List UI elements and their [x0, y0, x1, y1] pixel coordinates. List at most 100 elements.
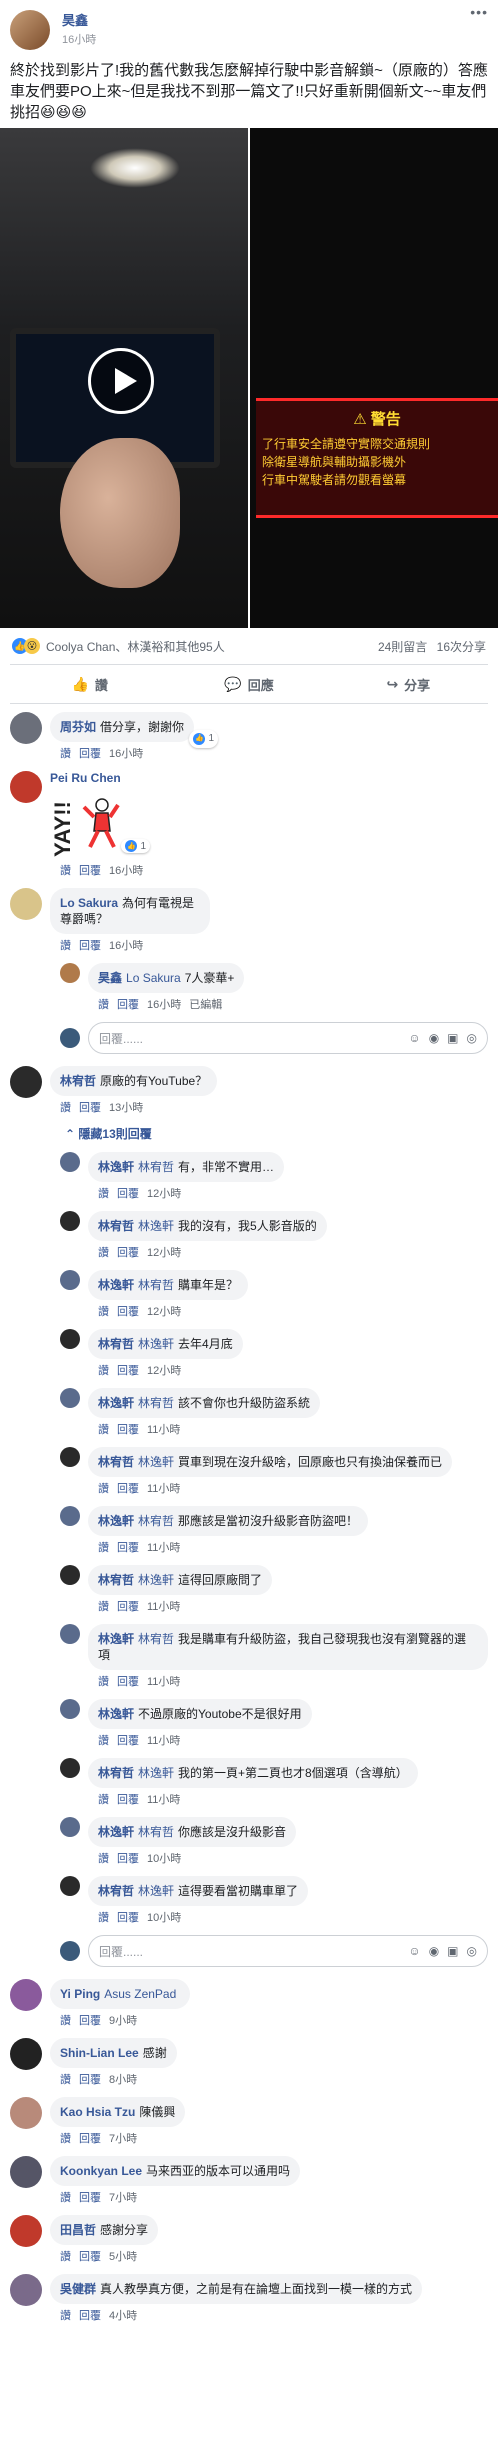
comment-like-link[interactable]: 讚: [98, 1542, 109, 1554]
reaction-summary[interactable]: 👍 😮 Coolya Chan、林漢裕和其他95人: [12, 638, 225, 655]
warning-photo[interactable]: ⚠ 警告 了行車安全請遵守實際交通規則 除衛星導航與輔助攝影機外 行車中駕駛者請…: [250, 128, 498, 628]
commenter-name[interactable]: 林逸軒: [98, 1160, 134, 1174]
mention-tag[interactable]: 林逸軒: [138, 1573, 174, 1587]
camera-icon[interactable]: ◉: [429, 1031, 439, 1045]
commenter-name[interactable]: 林逸軒: [98, 1632, 134, 1646]
more-options-icon[interactable]: •••: [470, 4, 488, 20]
commenter-name[interactable]: 林宥哲: [98, 1337, 134, 1351]
comment-reply-link[interactable]: 回覆: [79, 2251, 101, 2263]
comment-like-link[interactable]: 讚: [98, 1794, 109, 1806]
reply-input[interactable]: 回覆...... ☺ ◉ ▣ ◎: [88, 1935, 488, 1967]
comment-reply-link[interactable]: 回覆: [117, 1365, 139, 1377]
commenter-avatar[interactable]: [10, 2097, 42, 2129]
comment-like-link[interactable]: 讚: [60, 2133, 71, 2145]
mention-tag[interactable]: Asus ZenPad: [104, 1987, 176, 2001]
commenter-name[interactable]: Shin-Lian Lee: [60, 2046, 139, 2060]
comment-reply-link[interactable]: 回覆: [117, 1188, 139, 1200]
video-thumbnail[interactable]: [0, 128, 248, 628]
comment-like-link[interactable]: 讚: [98, 1601, 109, 1613]
comment-reply-link[interactable]: 回覆: [117, 1735, 139, 1747]
commenter-avatar[interactable]: [60, 1565, 80, 1585]
mention-tag[interactable]: 林宥哲: [138, 1160, 174, 1174]
commenter-avatar[interactable]: [60, 1270, 80, 1290]
mention-tag[interactable]: 林逸軒: [138, 1337, 174, 1351]
comment-like-link[interactable]: 讚: [98, 1188, 109, 1200]
commenter-avatar[interactable]: [60, 1152, 80, 1172]
comment-like-link[interactable]: 讚: [60, 2074, 71, 2086]
mention-tag[interactable]: 林宥哲: [138, 1825, 174, 1839]
comment-like-link[interactable]: 讚: [60, 1102, 71, 1114]
commenter-avatar[interactable]: [60, 1388, 80, 1408]
sticker-icon[interactable]: ◎: [467, 1031, 477, 1045]
comment-like-link[interactable]: 讚: [98, 1365, 109, 1377]
comment-reply-link[interactable]: 回覆: [79, 2133, 101, 2145]
commenter-name[interactable]: 林逸軒: [98, 1825, 134, 1839]
comment-like-link[interactable]: 讚: [60, 865, 71, 877]
edited-label[interactable]: 已編輯: [189, 999, 222, 1011]
commenter-name[interactable]: 林宥哲: [98, 1219, 134, 1233]
comment-reply-link[interactable]: 回覆: [117, 1542, 139, 1554]
like-button[interactable]: 👍 讚: [10, 665, 169, 703]
commenter-name[interactable]: 林逸軒: [98, 1396, 134, 1410]
comment-reply-link[interactable]: 回覆: [117, 1601, 139, 1613]
comment-like-count[interactable]: 👍 1: [121, 839, 150, 853]
hide-replies-link[interactable]: ⌃ 隱藏13則回覆: [65, 1125, 488, 1142]
comment-reply-link[interactable]: 回覆: [117, 1306, 139, 1318]
commenter-avatar[interactable]: [60, 1817, 80, 1837]
comment-like-link[interactable]: 讚: [60, 2192, 71, 2204]
commenter-name[interactable]: 林逸軒: [98, 1278, 134, 1292]
sticker-icon[interactable]: ◎: [467, 1944, 477, 1958]
comment-like-link[interactable]: 讚: [60, 2310, 71, 2322]
commenter-avatar[interactable]: [60, 1876, 80, 1896]
commenter-name[interactable]: 林宥哲: [98, 1455, 134, 1469]
commenter-name[interactable]: 林宥哲: [60, 1074, 96, 1088]
commenter-avatar[interactable]: [10, 771, 42, 803]
comment-like-link[interactable]: 讚: [98, 1424, 109, 1436]
comment-like-link[interactable]: 讚: [98, 1676, 109, 1688]
comment-like-count[interactable]: 👍 1: [189, 730, 219, 748]
commenter-name[interactable]: Koonkyan Lee: [60, 2164, 142, 2178]
commenter-avatar[interactable]: [10, 2215, 42, 2247]
shares-count[interactable]: 16次分享: [437, 640, 486, 654]
commenter-avatar[interactable]: [10, 2156, 42, 2188]
commenter-name[interactable]: 林宥哲: [98, 1766, 134, 1780]
commenter-name[interactable]: Pei Ru Chen: [50, 771, 121, 785]
comment-reply-link[interactable]: 回覆: [79, 2074, 101, 2086]
author-name[interactable]: 昊鑫: [62, 10, 96, 29]
comment-like-link[interactable]: 讚: [98, 1247, 109, 1259]
emoji-icon[interactable]: ☺: [408, 1031, 420, 1045]
comment-like-link[interactable]: 讚: [98, 1853, 109, 1865]
commenter-avatar[interactable]: [60, 1447, 80, 1467]
comment-reply-link[interactable]: 回覆: [117, 1424, 139, 1436]
commenter-avatar[interactable]: [60, 1758, 80, 1778]
commenter-name[interactable]: 吳健群: [60, 2282, 96, 2296]
commenter-avatar[interactable]: [60, 1699, 80, 1719]
gif-icon[interactable]: ▣: [447, 1944, 458, 1958]
comment-reply-link[interactable]: 回覆: [117, 999, 139, 1011]
commenter-name[interactable]: Kao Hsia Tzu: [60, 2105, 135, 2119]
mention-tag[interactable]: 林逸軒: [138, 1884, 174, 1898]
commenter-name[interactable]: 林宥哲: [98, 1884, 134, 1898]
comment-like-link[interactable]: 讚: [60, 940, 71, 952]
comment-reply-link[interactable]: 回覆: [79, 2015, 101, 2027]
commenter-name[interactable]: 林逸軒: [98, 1514, 134, 1528]
comment-reply-link[interactable]: 回覆: [117, 1912, 139, 1924]
mention-tag[interactable]: 林宥哲: [138, 1278, 174, 1292]
comment-button[interactable]: 💬 回應: [169, 665, 328, 703]
commenter-name[interactable]: 昊鑫: [98, 971, 122, 985]
mention-tag[interactable]: Lo Sakura: [126, 971, 181, 985]
author-avatar[interactable]: [10, 10, 50, 50]
commenter-avatar[interactable]: [10, 888, 42, 920]
commenter-avatar[interactable]: [10, 2038, 42, 2070]
comment-reply-link[interactable]: 回覆: [79, 1102, 101, 1114]
comment-reply-link[interactable]: 回覆: [79, 940, 101, 952]
mention-tag[interactable]: 林逸軒: [138, 1455, 174, 1469]
comment-reply-link[interactable]: 回覆: [79, 2310, 101, 2322]
comment-like-link[interactable]: 讚: [98, 1306, 109, 1318]
mention-tag[interactable]: 林逸軒: [138, 1766, 174, 1780]
reply-input[interactable]: 回覆...... ☺ ◉ ▣ ◎: [88, 1022, 488, 1054]
comment-reply-link[interactable]: 回覆: [79, 865, 101, 877]
comment-reply-link[interactable]: 回覆: [79, 748, 101, 760]
comment-like-link[interactable]: 讚: [60, 748, 71, 760]
mention-tag[interactable]: 林宥哲: [138, 1632, 174, 1646]
